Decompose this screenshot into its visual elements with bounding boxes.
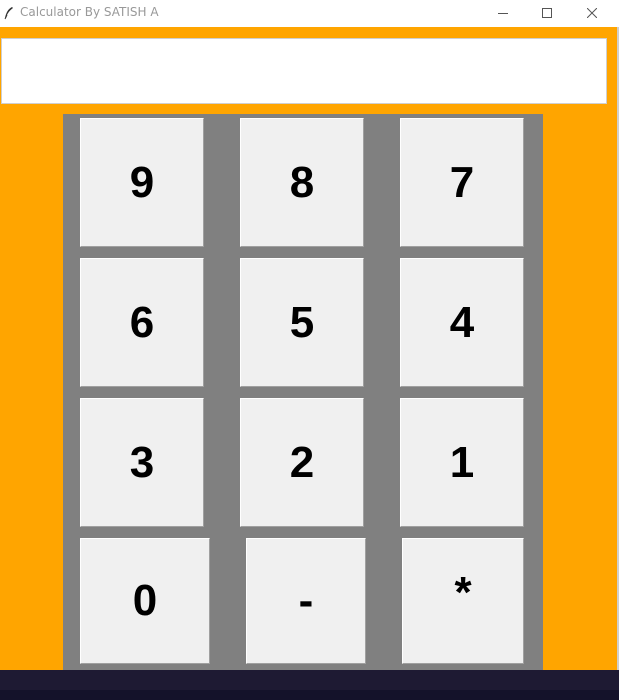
maximize-icon — [542, 8, 552, 18]
key-2[interactable]: 2 — [240, 398, 364, 527]
key-label: 2 — [289, 437, 315, 487]
title-bar: Calculator By SATISH A — [0, 0, 619, 27]
key-6[interactable]: 6 — [80, 258, 204, 387]
window-title: Calculator By SATISH A — [20, 5, 159, 19]
close-icon — [587, 8, 597, 18]
keypad: 9 8 7 6 5 4 3 2 1 0 - * — [63, 114, 543, 670]
minimize-button[interactable] — [480, 0, 526, 26]
key-3[interactable]: 3 — [80, 398, 204, 527]
minimize-icon — [498, 13, 508, 14]
close-button[interactable] — [569, 0, 615, 26]
key-label: 9 — [129, 157, 155, 207]
key-label: 3 — [129, 437, 155, 487]
maximize-button[interactable] — [524, 0, 570, 26]
key-label: - — [298, 576, 314, 625]
key-label: 7 — [449, 157, 475, 207]
key-label: 5 — [289, 297, 315, 347]
key-7[interactable]: 7 — [400, 118, 524, 247]
key-label: 8 — [289, 157, 315, 207]
key-8[interactable]: 8 — [240, 118, 364, 247]
key-label: * — [454, 568, 472, 617]
key-0[interactable]: 0 — [80, 538, 210, 664]
key-label: 1 — [449, 437, 475, 487]
key-minus[interactable]: - — [246, 538, 366, 664]
key-multiply[interactable]: * — [402, 538, 524, 664]
key-5[interactable]: 5 — [240, 258, 364, 387]
feather-icon — [4, 7, 13, 20]
calculator-window: 9 8 7 6 5 4 3 2 1 0 - * — [0, 27, 617, 670]
key-4[interactable]: 4 — [400, 258, 524, 387]
key-label: 6 — [129, 297, 155, 347]
key-label: 4 — [449, 297, 475, 347]
key-label: 0 — [132, 576, 158, 625]
key-1[interactable]: 1 — [400, 398, 524, 527]
key-9[interactable]: 9 — [80, 118, 204, 247]
taskbar-strip — [0, 690, 619, 700]
calculator-display[interactable] — [1, 38, 607, 104]
